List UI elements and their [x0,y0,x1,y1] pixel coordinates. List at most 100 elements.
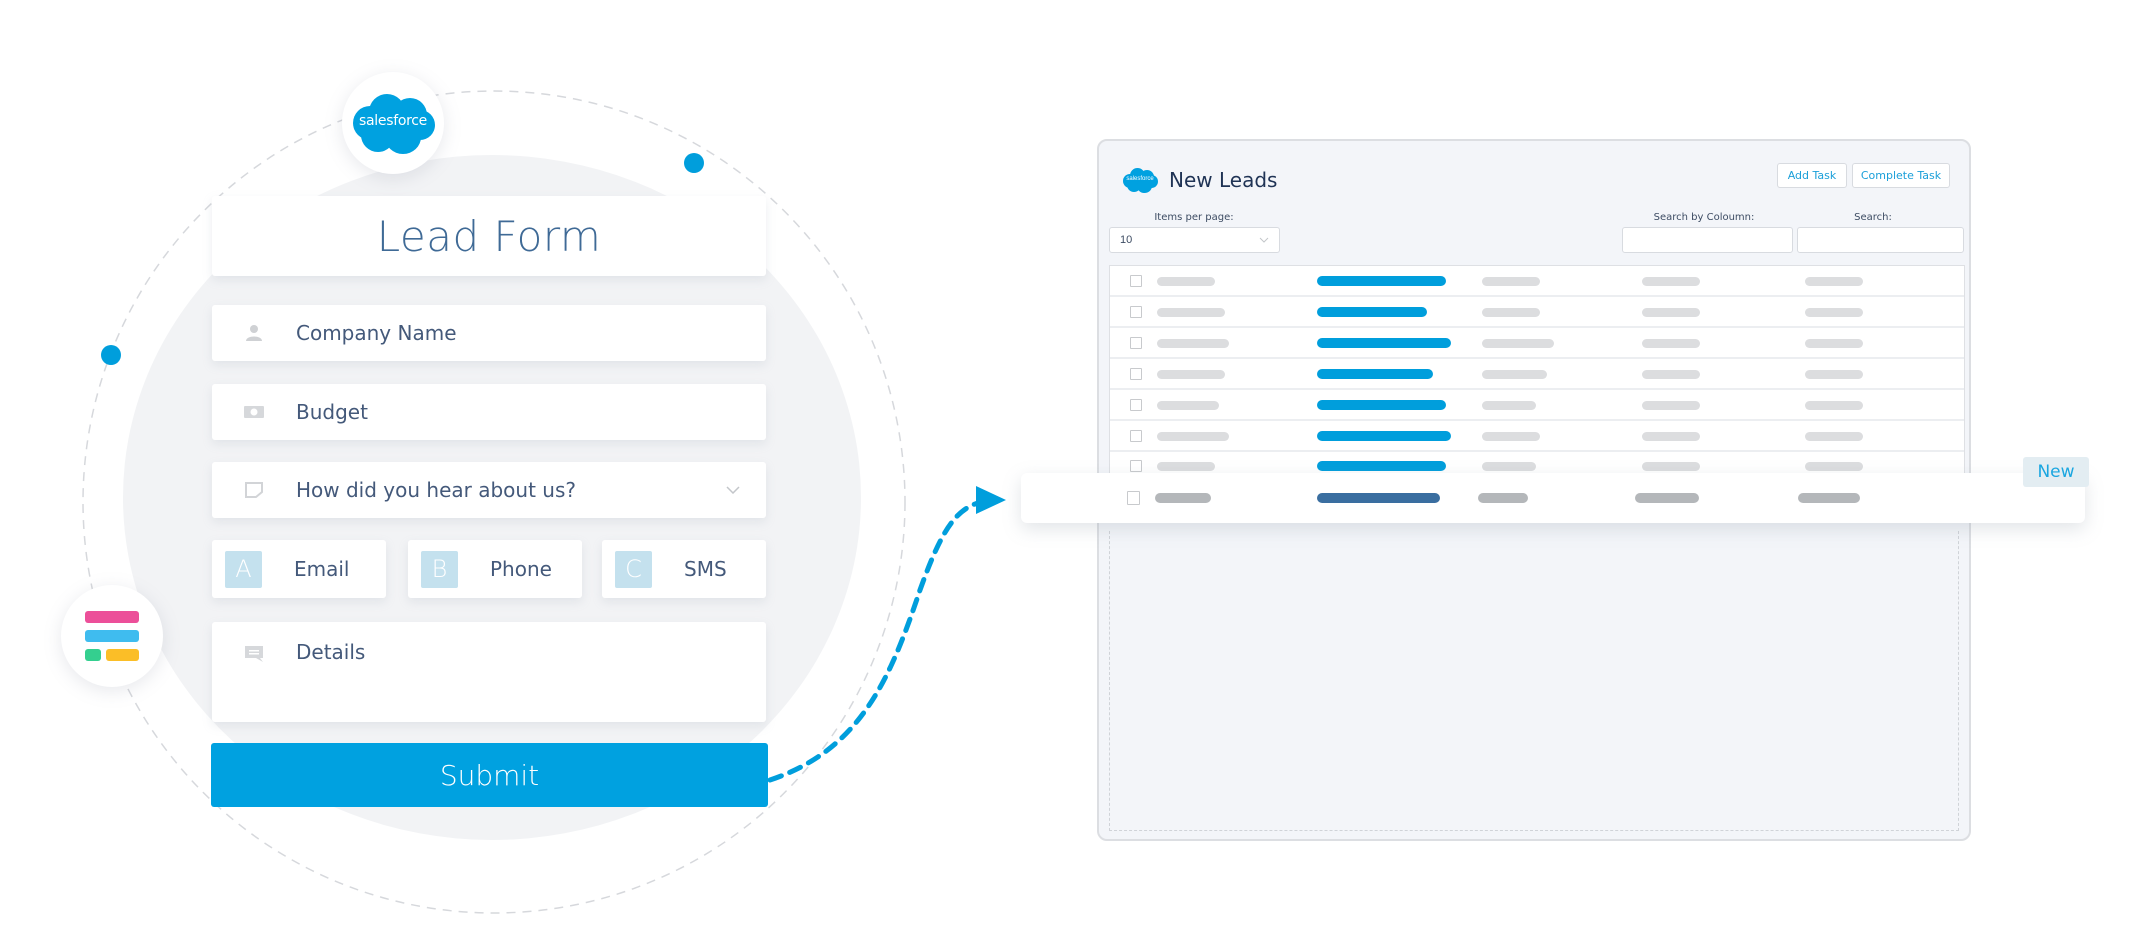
placeholder-cell [1157,277,1215,286]
row-checkbox[interactable] [1130,275,1142,287]
form-app-icon [85,611,139,661]
placeholder-cell [1157,432,1229,441]
new-lead-row[interactable] [1021,473,2085,523]
row-checkbox[interactable] [1130,337,1142,349]
search-input[interactable] [1797,227,1964,253]
placeholder-cell [1805,462,1863,471]
note-icon [212,482,296,498]
row-checkbox[interactable] [1130,460,1142,472]
placeholder-cell-primary [1317,369,1433,379]
salesforce-logo-text: salesforce [1126,176,1154,182]
app-logo-bubble [61,585,163,687]
table-row[interactable] [1110,452,1964,474]
placeholder-cell [1805,401,1863,410]
items-per-page-label: Items per page: [1154,212,1234,223]
placeholder-cell [1482,370,1547,379]
placeholder-cell-primary [1317,400,1446,410]
orbit-dot [101,345,121,365]
search-label: Search: [1854,212,1892,223]
details-placeholder: Details [296,640,366,664]
placeholder-cell [1805,370,1863,379]
placeholder-cell [1642,277,1700,286]
placeholder-cell-primary [1317,461,1446,471]
row-checkbox[interactable] [1130,430,1142,442]
budget-field[interactable]: Budget [212,384,766,440]
placeholder-cell [1642,308,1700,317]
row-checkbox[interactable] [1130,306,1142,318]
option-letter-a: A [225,550,262,588]
placeholder-cell [1478,493,1528,503]
option-letter-b: B [421,550,458,588]
placeholder-cell [1642,339,1700,348]
placeholder-cell-primary [1317,338,1451,348]
placeholder-cell [1157,339,1229,348]
salesforce-cloud-icon: salesforce [1121,167,1159,193]
placeholder-cell [1805,277,1863,286]
flow-arrow-head [976,486,1006,514]
placeholder-cell [1482,401,1536,410]
placeholder-cell-primary [1317,493,1440,503]
search-by-column-input[interactable] [1622,227,1793,253]
salesforce-cloud-icon: salesforce [347,92,439,154]
placeholder-cell-primary [1317,431,1451,441]
table-row[interactable] [1110,297,1964,328]
placeholder-cell [1642,432,1700,441]
salesforce-logo-bubble: salesforce [342,72,444,174]
placeholder-cell [1155,493,1211,503]
placeholder-cell [1805,308,1863,317]
option-email[interactable]: A Email [212,540,386,598]
items-per-page-select[interactable]: 10 [1109,227,1280,253]
complete-task-button[interactable]: Complete Task [1852,163,1950,188]
row-checkbox[interactable] [1130,368,1142,380]
placeholder-cell [1805,339,1863,348]
placeholder-cell [1805,432,1863,441]
row-checkbox[interactable] [1130,399,1142,411]
placeholder-cell [1157,462,1215,471]
table-row[interactable] [1110,266,1964,297]
budget-placeholder: Budget [296,400,368,424]
placeholder-cell [1798,493,1860,503]
leads-title: New Leads [1169,168,1278,192]
placeholder-cell [1635,493,1699,503]
submit-button[interactable]: Submit [211,743,768,807]
table-row[interactable] [1110,359,1964,390]
option-label: SMS [684,557,727,581]
placeholder-cell-primary [1317,307,1427,317]
comment-icon [212,640,296,662]
details-textarea[interactable]: Details [212,622,766,722]
new-badge: New [2023,457,2089,487]
table-row[interactable] [1110,421,1964,452]
placeholder-cell [1642,401,1700,410]
row-checkbox[interactable] [1127,491,1140,505]
placeholder-cell-primary [1317,276,1446,286]
company-name-placeholder: Company Name [296,321,457,345]
salesforce-logo-text: salesforce [359,113,427,129]
add-task-button[interactable]: Add Task [1777,163,1847,188]
table-row[interactable] [1110,390,1964,421]
option-label: Email [294,557,350,581]
referral-source-placeholder: How did you hear about us? [296,478,576,502]
company-name-field[interactable]: Company Name [212,305,766,361]
chevron-down-icon[interactable] [726,481,740,499]
placeholder-cell [1482,462,1536,471]
placeholder-cell [1482,277,1540,286]
placeholder-cell [1642,370,1700,379]
placeholder-cell [1157,401,1219,410]
placeholder-cell [1482,432,1540,441]
orbit-dot [684,153,704,173]
lead-form-title: Lead Form [376,211,602,261]
referral-source-dropdown[interactable]: How did you hear about us? [212,462,766,518]
option-phone[interactable]: B Phone [408,540,582,598]
option-letter-c: C [615,550,652,588]
search-by-column-label: Search by Coloumn: [1653,212,1755,223]
placeholder-cell [1482,339,1554,348]
money-icon [212,406,296,418]
items-per-page-value: 10 [1120,234,1133,246]
leads-header: salesforce New Leads [1121,167,1277,193]
table-area-outline [1109,531,1959,831]
table-row[interactable] [1110,328,1964,359]
option-sms[interactable]: C SMS [602,540,766,598]
leads-table [1109,265,1965,475]
placeholder-cell [1157,308,1225,317]
lead-form-header: Lead Form [212,196,766,276]
